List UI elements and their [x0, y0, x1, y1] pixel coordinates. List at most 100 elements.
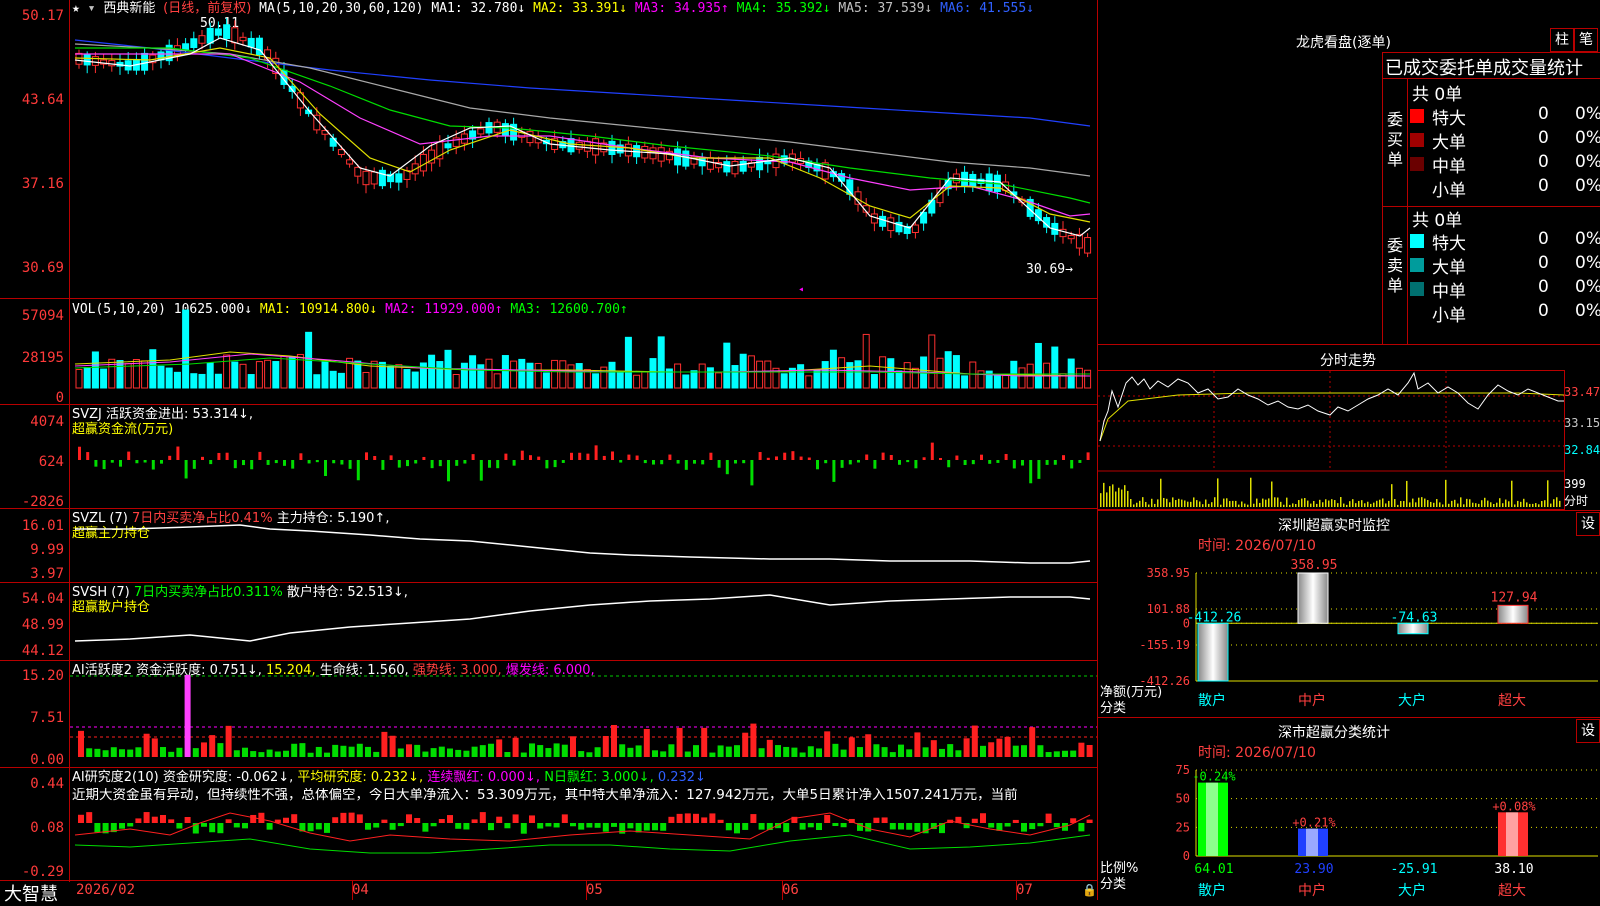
intraday-volume-bar [1229, 501, 1231, 507]
research-bar [242, 823, 248, 829]
sz-monitor-category: 超大 [1498, 693, 1526, 709]
flow-bar [512, 460, 516, 466]
research-bar [824, 814, 831, 823]
intraday-volume-bar [1130, 498, 1132, 507]
volume-bar [829, 349, 837, 389]
research-chart[interactable] [70, 805, 1097, 880]
intraday-volume-bar [1376, 500, 1378, 507]
flow-bar [791, 451, 795, 460]
x-axis-label: 05 [586, 882, 603, 898]
activity-bar [520, 752, 527, 757]
price-axis-label: 37.16 [21, 176, 64, 192]
intraday-axis-label: 32.84 [1564, 443, 1600, 457]
dragon-title: 龙虎看盘(逐单) [1296, 35, 1391, 51]
flow-bar [291, 460, 295, 469]
fund-flow-chart[interactable] [70, 405, 1097, 508]
activity-bar [266, 749, 273, 757]
activity-bar [1053, 751, 1060, 757]
activity-chart[interactable] [70, 661, 1097, 767]
activity-bar [889, 752, 896, 757]
ma-label: MA(5,10,20,30,60,120) [259, 1, 424, 16]
flow-bar [479, 460, 483, 481]
flow-bar [963, 460, 967, 465]
intraday-volume-bar [1118, 487, 1120, 507]
sz-class-chart[interactable]: 75 50 25 0 -0.24% 64.01 散户 +0.21% 23.90 中户 -25.91 大… [1098, 760, 1600, 900]
intraday-chart[interactable] [1098, 371, 1564, 507]
chart-area[interactable]: ★ ▾ 西典新能 (日线，前复权) MA(5,10,20,30,60,120) … [0, 0, 1098, 900]
intraday-volume-bar [1472, 502, 1474, 507]
intraday-volume-bar [1199, 501, 1201, 507]
volume-chart[interactable] [70, 300, 1097, 404]
volume-bar [329, 370, 337, 389]
flow-bar [201, 456, 204, 460]
brand-logo: 大智慧 [4, 884, 58, 905]
intraday-volume-bar [1559, 500, 1561, 507]
sz-monitor-settings-button[interactable]: 设 [1576, 512, 1600, 536]
order-swatch [1410, 109, 1424, 123]
volume-bar [952, 355, 960, 389]
research-bar [529, 815, 535, 823]
price-chart[interactable]: ◂ [70, 18, 1097, 296]
intraday-volume-bar [1535, 503, 1537, 507]
period-label[interactable]: (日线，前复权) [163, 1, 251, 16]
volume-bar [1075, 367, 1083, 389]
intraday-volume-bar [1352, 499, 1354, 507]
intraday-volume-bar [1148, 504, 1150, 507]
tab-bar[interactable]: 柱 [1550, 28, 1574, 52]
order-swatch [1410, 157, 1424, 171]
dropdown-icon[interactable]: ▾ [88, 1, 96, 16]
sz-class-settings-button[interactable]: 设 [1576, 719, 1600, 743]
research-bar [889, 823, 896, 830]
intraday-volume-bar [1334, 500, 1336, 507]
research-bar [283, 817, 289, 823]
research-bar [127, 823, 134, 827]
volume-bar [657, 336, 665, 389]
intraday-title: 分时走势 [1320, 353, 1376, 369]
volume-bar [395, 364, 403, 389]
sz-monitor-value-label: 127.94 [1491, 590, 1538, 605]
research-bar [217, 823, 224, 834]
price-axis-label: 30.69 [21, 260, 64, 276]
flow-bar [143, 460, 147, 463]
lock-icon[interactable]: 🔒 [1082, 883, 1097, 898]
flow-bar [283, 460, 286, 466]
activity-bar [791, 747, 798, 757]
flow-bar [889, 455, 893, 460]
intraday-volume-bar [1397, 504, 1399, 507]
research-bar [86, 812, 93, 823]
retail-holding-chart[interactable] [70, 583, 1097, 660]
flow-bar [1029, 460, 1033, 484]
svzj-axis-label: 4074 [30, 414, 64, 430]
intraday-volume-bar [1448, 503, 1450, 507]
intraday-volume-bar [1358, 500, 1360, 507]
activity-bar [1062, 750, 1068, 757]
research-bar [315, 823, 322, 830]
main-holding-chart[interactable] [70, 509, 1097, 582]
intraday-volume-bar [1349, 501, 1351, 507]
research-bar [881, 817, 888, 823]
sz-monitor-chart[interactable]: 358.95101.880-155.19-412.26-412.26散户358.… [1098, 555, 1600, 715]
intraday-volume-bar [1208, 503, 1210, 507]
intraday-volume-bar [1520, 501, 1522, 507]
intraday-vol-label: 399 [1564, 477, 1586, 491]
star-icon[interactable]: ★ [72, 1, 80, 16]
activity-bar [734, 745, 740, 757]
volume-bar [485, 358, 493, 389]
research-bar [151, 816, 158, 823]
tab-tick[interactable]: 笔 [1574, 28, 1598, 52]
sz-monitor-value-label: 358.95 [1291, 558, 1338, 573]
price-axis-label: 50.17 [21, 8, 64, 24]
activity-bar [914, 732, 921, 757]
flow-bar [414, 460, 418, 464]
volume-bar [223, 354, 231, 389]
flow-bar [389, 455, 393, 460]
flow-bar [668, 454, 672, 460]
research-bar [1053, 823, 1060, 828]
research-bar [660, 823, 667, 831]
flow-bar [824, 460, 828, 464]
volume-bar [75, 368, 83, 389]
research-bar [873, 817, 880, 823]
flow-bar [545, 460, 549, 469]
candle-body [911, 224, 919, 233]
candle-body [395, 173, 403, 183]
